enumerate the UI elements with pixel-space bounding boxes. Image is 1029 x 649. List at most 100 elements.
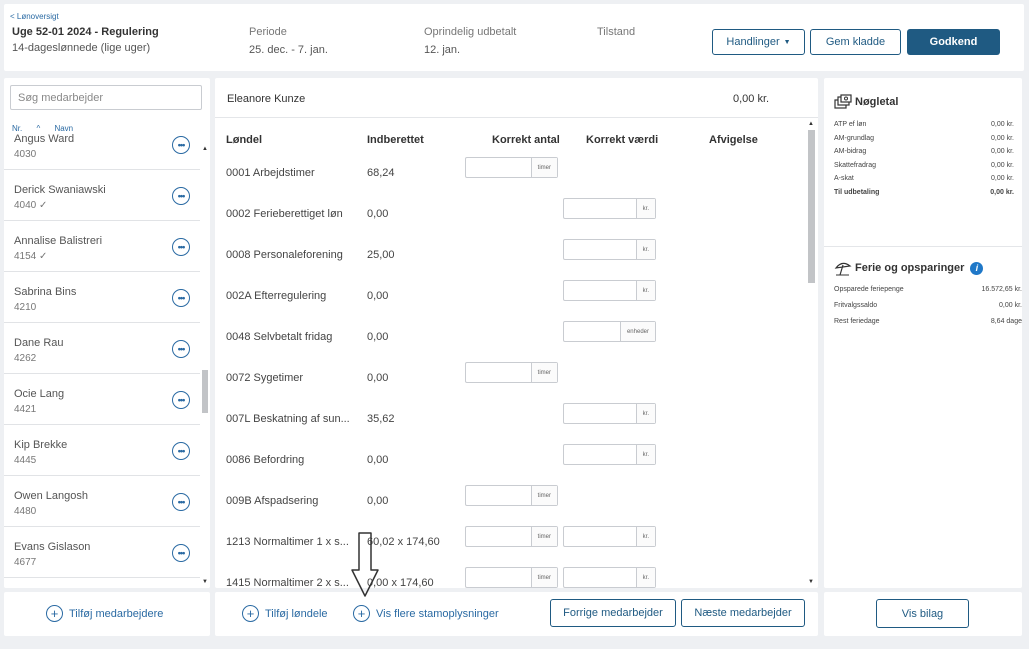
more-options-icon[interactable]: ••• [172, 238, 190, 256]
payroll-row: 009B Afspadsering 0,00 timer [215, 482, 805, 523]
sort-name-button[interactable]: Navn [54, 124, 73, 133]
payroll-reported: 25,00 [367, 249, 395, 261]
employee-list-item[interactable]: Sabrina Bins 4210 ••• [4, 272, 200, 323]
key-figure-row: AM-bidrag 0,00 kr. [834, 148, 1014, 161]
key-figures-heading: Nøgletal [834, 94, 898, 110]
more-options-icon[interactable]: ••• [172, 493, 190, 511]
payroll-row: 1213 Normaltimer 1 x s... 60,02 x 174,60 t… [215, 523, 805, 564]
correct-value-input[interactable]: kr. [563, 567, 656, 588]
search-placeholder: Søg medarbejder [18, 91, 103, 104]
key-figure-value: 0,00 kr. [991, 175, 1014, 182]
correct-value-input[interactable]: enheder [563, 321, 656, 342]
payroll-type: 0086 Befordring [226, 454, 305, 466]
holiday-title: Ferie og opsparinger [855, 262, 965, 274]
add-employees-label: Tilføj medarbejdere [69, 607, 164, 620]
payroll-type: 1213 Normaltimer 1 x s... [226, 536, 349, 548]
actions-dropdown[interactable]: Handlinger ▼ [712, 29, 805, 55]
key-figure-row: ATP ef løn 0,00 kr. [834, 121, 1014, 134]
save-draft-label: Gem kladde [825, 36, 886, 48]
approve-button[interactable]: Godkend [907, 29, 1000, 55]
unit-label: timer [530, 568, 557, 587]
employee-item-name: Angus Ward [14, 133, 75, 145]
unit-label: timer [530, 486, 557, 505]
payroll-scrollbar[interactable]: ▲ ▼ [805, 118, 818, 588]
show-attachment-button[interactable]: Vis bilag [876, 599, 969, 628]
more-options-icon[interactable]: ••• [172, 289, 190, 307]
more-options-icon[interactable]: ••• [172, 544, 190, 562]
period-value: 25. dec. - 7. jan. [249, 44, 328, 56]
payroll-type: 009B Afspadsering [226, 495, 319, 507]
unit-label: kr. [635, 404, 655, 423]
correct-value-input[interactable]: kr. [563, 444, 656, 465]
employee-list-item[interactable]: Ocie Lang 4421 ••• [4, 374, 200, 425]
correct-value-input[interactable]: kr. [563, 403, 656, 424]
correct-quantity-input[interactable]: timer [465, 485, 558, 506]
employee-list-scrollbar[interactable]: ▲ ▼ [200, 133, 210, 588]
employee-item-name: Kip Brekke [14, 439, 68, 451]
plus-circle-icon: + [353, 605, 370, 622]
scroll-down-arrow-icon[interactable]: ▼ [202, 579, 208, 585]
scrollbar-thumb[interactable] [808, 130, 815, 283]
payroll-row: 0086 Befordring 0,00 kr. [215, 441, 805, 482]
correct-quantity-input[interactable]: timer [465, 526, 558, 547]
correct-quantity-input[interactable]: timer [465, 157, 558, 178]
employee-list-item[interactable]: Owen Langosh 4480 ••• [4, 476, 200, 527]
info-icon[interactable]: i [970, 261, 984, 275]
next-employee-label: Næste medarbejder [694, 607, 792, 619]
employee-list-item[interactable]: Annalise Balistreri 4154 ✓ ••• [4, 221, 200, 272]
more-options-icon[interactable]: ••• [172, 340, 190, 358]
employee-list-item[interactable]: Evans Gislason 4677 ••• [4, 527, 200, 578]
key-figure-row: Til udbetaling 0,00 kr. [834, 189, 1014, 202]
sort-nr-button[interactable]: Nr. ^ [12, 124, 40, 133]
next-employee-button[interactable]: Næste medarbejder [681, 599, 805, 627]
more-options-icon[interactable]: ••• [172, 391, 190, 409]
show-more-info-button[interactable]: + Vis flere stamoplysninger [353, 605, 499, 622]
employee-list-item[interactable]: Derick Swaniawski 4040 ✓ ••• [4, 170, 200, 221]
previous-employee-button[interactable]: Forrige medarbejder [550, 599, 676, 627]
employee-list-item[interactable]: Dane Rau 4262 ••• [4, 323, 200, 374]
sort-row: Nr. ^ Navn [12, 124, 85, 133]
payroll-detail-panel: Eleanore Kunze 0,00 kr. Løndel Indberett… [215, 78, 818, 588]
employee-item-name: Owen Langosh [14, 490, 88, 502]
col-header-correct-val: Korrekt værdi [586, 134, 659, 146]
correct-value-input[interactable]: kr. [563, 280, 656, 301]
payroll-reported: 35,62 [367, 413, 395, 425]
correct-value-input[interactable]: kr. [563, 526, 656, 547]
correct-value-input[interactable]: kr. [563, 239, 656, 260]
payout-label: Oprindelig udbetalt [424, 26, 517, 38]
employee-item-name: Sabrina Bins [14, 286, 77, 298]
employee-item-name: Ocie Lang [14, 388, 65, 400]
employee-search-input[interactable]: Søg medarbejder [10, 85, 202, 110]
correct-quantity-input[interactable]: timer [465, 362, 558, 383]
employee-item-number: 4030 [14, 149, 37, 160]
more-options-icon[interactable]: ••• [172, 136, 190, 154]
payroll-reported: 0,00 [367, 454, 389, 466]
page-subtitle: 14-dageslønnede (lige uger) [12, 42, 151, 54]
employee-list-item[interactable]: Angus Ward 4030 ••• [4, 133, 200, 170]
scrollbar-thumb[interactable] [202, 370, 208, 413]
holiday-label: Opsparede feriepenge [834, 286, 904, 293]
payroll-reported: 0,00 [367, 290, 389, 302]
back-link[interactable]: < Lønoversigt [10, 12, 59, 21]
money-stack-icon [834, 94, 852, 109]
payroll-row: 002A Efterregulering 0,00 kr. [215, 277, 805, 318]
more-options-icon[interactable]: ••• [172, 442, 190, 460]
unit-label: timer [530, 527, 557, 546]
key-figure-label: AM-grundlag [834, 134, 875, 142]
correct-value-input[interactable]: kr. [563, 198, 656, 219]
holiday-row: Rest feriedage 8,64 dage [834, 318, 1022, 331]
payroll-reported: 0,00 [367, 208, 389, 220]
page-header: < Lønoversigt Uge 52-01 2024 - Regulerin… [4, 4, 1024, 71]
employee-header: Eleanore Kunze 0,00 kr. [215, 78, 818, 118]
scroll-up-arrow-icon[interactable]: ▲ [202, 146, 208, 152]
employee-list-item[interactable]: Kip Brekke 4445 ••• [4, 425, 200, 476]
sort-nr-label: Nr. [12, 124, 23, 133]
correct-quantity-input[interactable]: timer [465, 567, 558, 588]
scroll-up-arrow-icon[interactable]: ▲ [808, 121, 814, 127]
scroll-down-arrow-icon[interactable]: ▼ [808, 579, 814, 585]
more-options-icon[interactable]: ••• [172, 187, 190, 205]
save-draft-button[interactable]: Gem kladde [810, 29, 901, 55]
show-more-info-label: Vis flere stamoplysninger [376, 607, 499, 620]
add-employees-button[interactable]: + Tilføj medarbejdere [46, 605, 163, 622]
add-payroll-type-button[interactable]: + Tilføj løndele [242, 605, 328, 622]
